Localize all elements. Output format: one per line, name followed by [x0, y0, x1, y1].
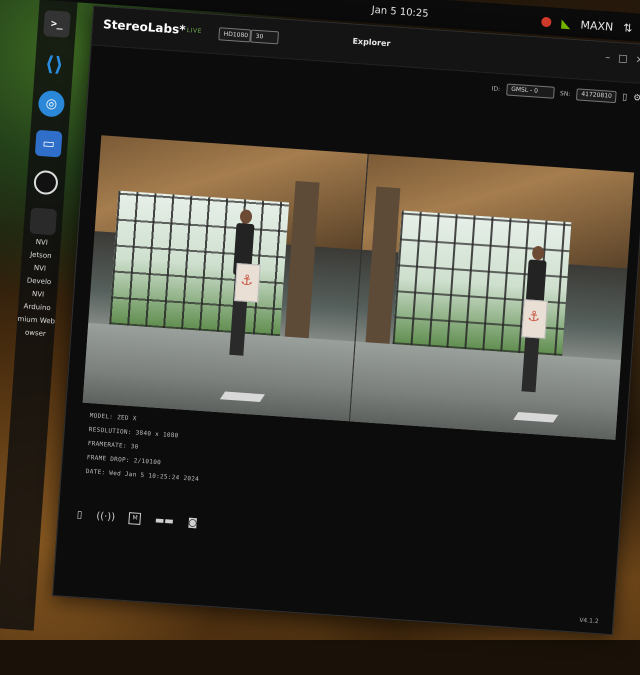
close-icon[interactable]: ×: [635, 54, 640, 66]
folder-icon[interactable]: ▯: [76, 509, 82, 520]
record-indicator-icon[interactable]: [541, 16, 552, 28]
bottom-toolbar: ▯ ((·)) M ▬▬ ◙: [76, 509, 197, 529]
link-icon[interactable]: ▬▬: [155, 514, 175, 526]
camera-id-select[interactable]: GMSL - 0: [505, 83, 555, 99]
stereolabs-logo: StereoLabs*: [102, 17, 186, 37]
settings-gear-icon[interactable]: ⚙: [633, 93, 640, 104]
right-tote-bag: [521, 299, 548, 339]
left-person-head: [239, 209, 253, 225]
left-tote-bag: [234, 262, 261, 303]
nvidia-icon[interactable]: ◣: [561, 16, 571, 31]
network-icon[interactable]: ⇅: [623, 21, 633, 35]
resolution-select[interactable]: HD1080: [218, 27, 252, 43]
desktop-label-2: Jetson: [29, 250, 52, 261]
clock[interactable]: Jan 5 10:25: [371, 5, 429, 20]
explorer-window: StereoLabs* LIVE HD1080 30 Explorer – □ …: [52, 5, 640, 636]
record-m-icon[interactable]: M: [128, 512, 142, 525]
stereo-video-preview[interactable]: [82, 135, 635, 440]
right-eye-view: [348, 153, 635, 440]
camera-toolbar: ID: GMSL - 0 SN: 41720810 ▯ ⚙: [491, 82, 640, 104]
id-label: ID:: [491, 84, 501, 93]
camera-info-icon[interactable]: ▯: [622, 93, 628, 103]
sn-label: SN:: [559, 89, 571, 98]
version-label: V4.1.2: [579, 616, 599, 626]
desktop-label-4: Develo: [26, 276, 52, 287]
right-person-head: [531, 246, 545, 261]
broadcast-icon[interactable]: ((·)): [96, 510, 116, 522]
desktop-label-3: NVI: [33, 263, 47, 273]
desktop-label-6: Arduino: [23, 302, 51, 313]
chromium-icon[interactable]: ◎: [37, 89, 66, 118]
terminal-icon[interactable]: >_: [43, 10, 71, 38]
snapshot-icon[interactable]: ◙: [187, 517, 197, 529]
desktop-label-8: owser: [24, 328, 47, 338]
left-floor: [82, 322, 355, 422]
left-glass-wall: [109, 190, 290, 336]
fps-select[interactable]: 30: [250, 29, 280, 45]
app-icon[interactable]: [29, 207, 58, 236]
maximize-icon[interactable]: □: [618, 53, 628, 65]
serial-number-field[interactable]: 41720810: [575, 88, 617, 104]
desktop-label-7: mium Web: [17, 314, 56, 326]
window-title: Explorer: [352, 36, 391, 49]
screen-content: Jan 5 10:25 ◣ MAXN ⇅ ⏻ >_ ⟨⟩ ◎ ▭ NVI Jet…: [0, 0, 640, 662]
system-tray: ◣ MAXN ⇅ ⏻: [541, 15, 640, 37]
desktop-label-5: NVI: [31, 289, 45, 299]
live-label: LIVE: [186, 27, 203, 36]
desktop-label-1: NVI: [35, 237, 49, 247]
left-eye-view: [82, 135, 368, 422]
minimize-icon[interactable]: –: [605, 52, 611, 63]
window-controls: – □ ×: [605, 52, 640, 66]
obs-icon[interactable]: [33, 169, 59, 196]
right-floor: [349, 341, 621, 440]
editor-icon[interactable]: ▭: [34, 129, 63, 158]
vscode-icon[interactable]: ⟨⟩: [40, 50, 68, 78]
camera-info-overlay: MODEL: ZED X RESOLUTION: 3840 x 1080 FRA…: [85, 409, 203, 487]
power-mode-label[interactable]: MAXN: [580, 18, 614, 33]
